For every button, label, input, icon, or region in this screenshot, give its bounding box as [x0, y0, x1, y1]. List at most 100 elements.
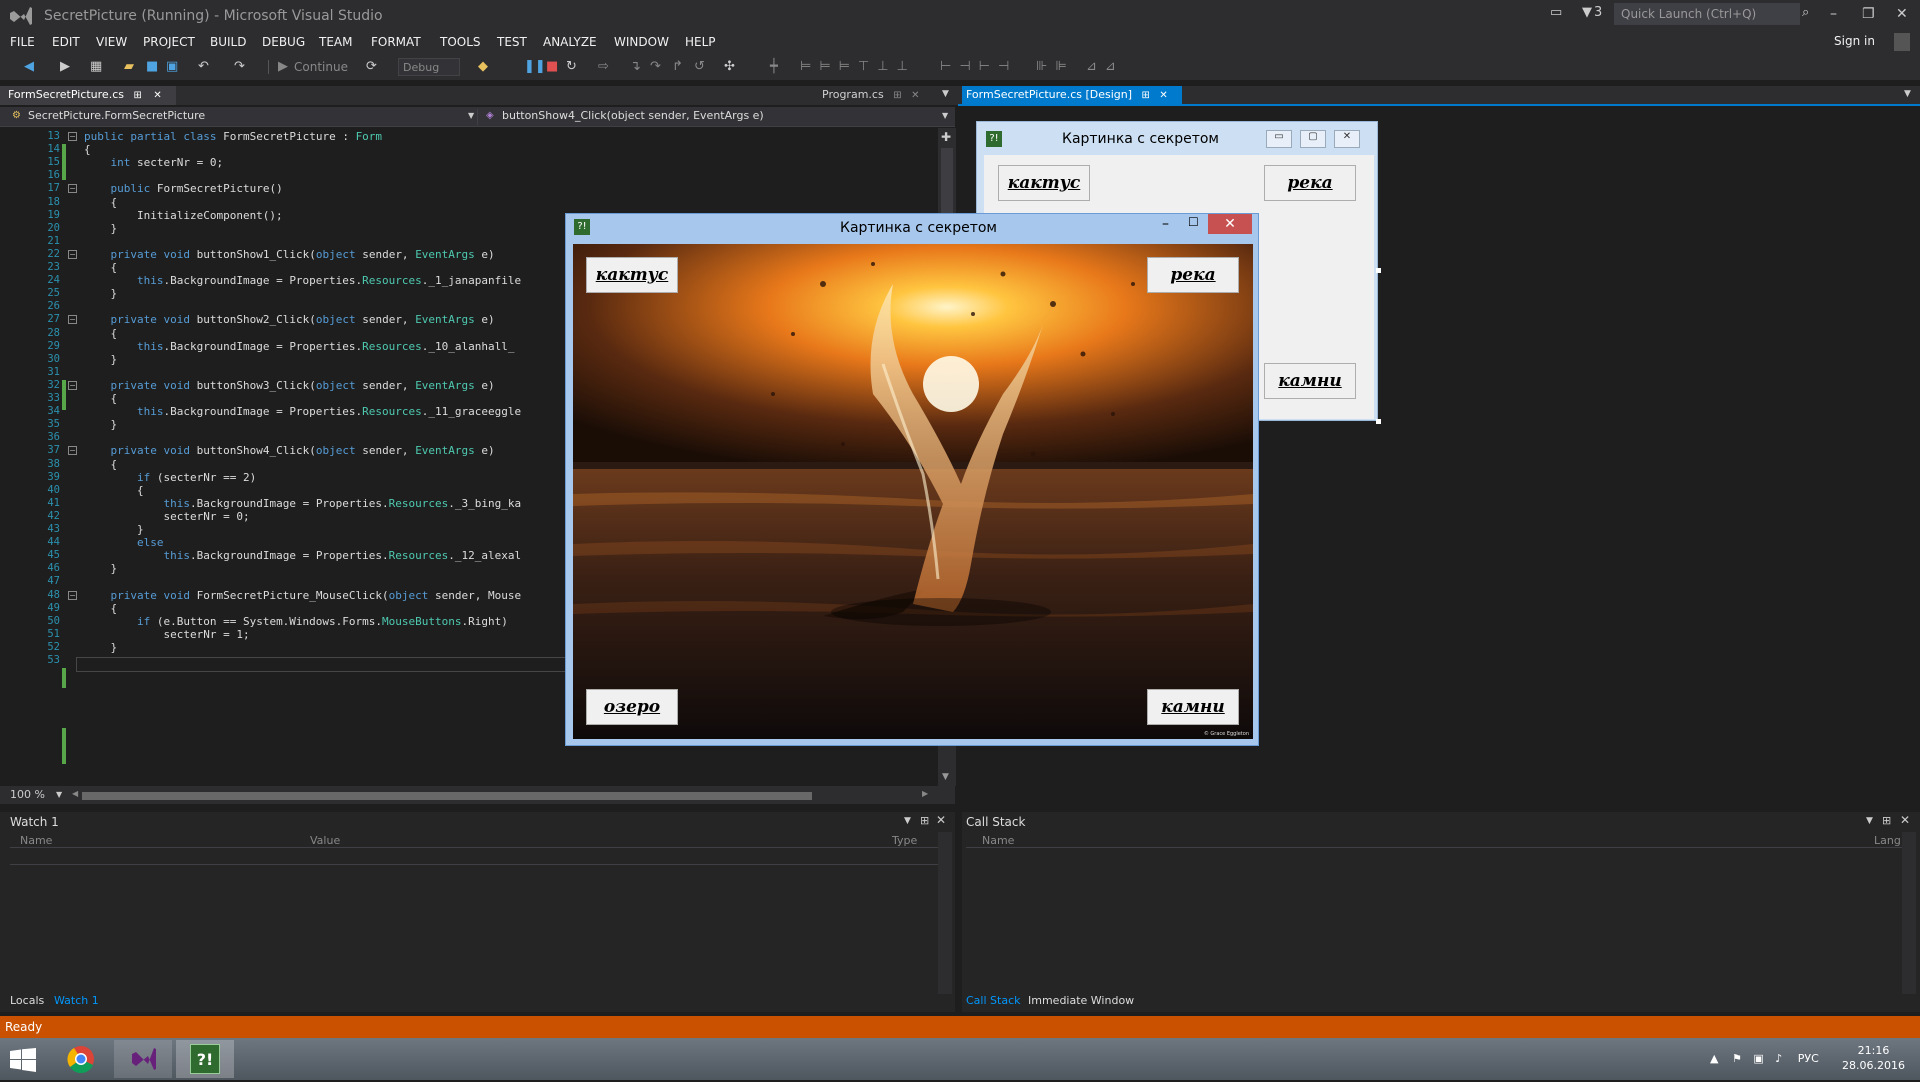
- config-select[interactable]: Debug: [398, 58, 460, 76]
- code-line[interactable]: {: [84, 261, 117, 274]
- taskbar-secret-picture-icon[interactable]: ?!: [176, 1040, 234, 1078]
- button-cactus[interactable]: кактус: [586, 257, 678, 293]
- new-project-icon[interactable]: ▦: [90, 58, 102, 76]
- code-line[interactable]: private void buttonShow1_Click(object se…: [84, 248, 495, 261]
- search-icon[interactable]: ⌕: [1802, 5, 1809, 20]
- continue-icon[interactable]: ▶: [278, 58, 288, 76]
- code-line[interactable]: private void buttonShow4_Click(object se…: [84, 444, 495, 457]
- scroll-down-icon[interactable]: ▼: [942, 772, 949, 782]
- align-tools-icon[interactable]: ⊨⊨⊨⊤⊥⊥: [800, 58, 916, 76]
- code-line[interactable]: private void FormSecretPicture_MouseClic…: [84, 589, 522, 602]
- taskbar-chrome-icon[interactable]: [52, 1040, 110, 1078]
- code-line[interactable]: }: [84, 222, 117, 235]
- restart-icon[interactable]: ↻: [566, 58, 577, 76]
- code-line[interactable]: else: [84, 536, 164, 549]
- collapse-icon[interactable]: −: [68, 184, 77, 194]
- menu-window[interactable]: WINDOW: [614, 35, 669, 49]
- zoom-level[interactable]: 100 %: [10, 788, 45, 801]
- breakpoints-icon[interactable]: ✣: [724, 58, 735, 76]
- designer-tab-list-icon[interactable]: ▼: [1904, 89, 1911, 99]
- call-stack-col-lang[interactable]: Lang: [1874, 834, 1901, 847]
- scroll-right-icon[interactable]: ▶: [922, 789, 928, 798]
- split-icon[interactable]: ✚: [941, 130, 951, 144]
- attach-icon[interactable]: ◆: [478, 58, 488, 76]
- refresh-icon[interactable]: ⟳: [366, 58, 377, 76]
- code-line[interactable]: int secterNr = 0;: [84, 156, 224, 169]
- code-line[interactable]: }: [84, 287, 117, 300]
- sunset-splash-image[interactable]: © Grace Eggleton: [573, 244, 1253, 739]
- collapse-icon[interactable]: −: [68, 590, 77, 600]
- pin-icon[interactable]: ⊞: [133, 90, 141, 101]
- forward-icon[interactable]: ▶: [60, 58, 70, 76]
- code-line[interactable]: }: [84, 641, 117, 654]
- button-lake[interactable]: озеро: [586, 689, 678, 725]
- save-icon[interactable]: ■: [146, 58, 158, 76]
- chevron-down-icon[interactable]: ▼: [942, 111, 948, 120]
- code-line[interactable]: }: [84, 418, 117, 431]
- app-close-button[interactable]: ✕: [1208, 214, 1252, 234]
- minimize-button[interactable]: –: [1830, 6, 1837, 22]
- tab-form-secret-picture-cs[interactable]: FormSecretPicture.cs ⊞ ✕: [0, 86, 176, 105]
- step-out-icon[interactable]: ↱: [672, 58, 683, 76]
- undo-icon[interactable]: ↶: [198, 58, 209, 76]
- spacing-tools-icon[interactable]: ⊢⊣⊢⊣: [940, 58, 1017, 76]
- redo-icon[interactable]: ↷: [234, 58, 245, 76]
- tab-call-stack[interactable]: Call Stack: [966, 994, 1020, 1007]
- layout-align-icon[interactable]: ┿: [770, 58, 778, 76]
- volume-icon[interactable]: ♪: [1775, 1052, 1782, 1065]
- menu-format[interactable]: FORMAT: [371, 35, 421, 49]
- code-line[interactable]: this.BackgroundImage = Properties.Resour…: [84, 497, 521, 510]
- call-stack-scrollbar[interactable]: [1902, 832, 1916, 994]
- windows-start-icon[interactable]: [10, 1048, 36, 1072]
- tab-immediate-window[interactable]: Immediate Window: [1028, 994, 1134, 1007]
- watch-empty-row[interactable]: [10, 849, 938, 865]
- designer-button-stones[interactable]: камни: [1264, 363, 1356, 399]
- code-line[interactable]: {: [84, 143, 91, 156]
- menu-edit[interactable]: EDIT: [52, 35, 80, 49]
- collapse-icon[interactable]: −: [68, 315, 77, 325]
- menu-tools[interactable]: TOOLS: [440, 35, 481, 49]
- code-line[interactable]: }: [84, 353, 117, 366]
- tab-watch1[interactable]: Watch 1: [54, 994, 99, 1007]
- show-next-statement-icon[interactable]: ⇨: [598, 58, 609, 76]
- open-file-icon[interactable]: ▰: [124, 58, 134, 76]
- collapse-icon[interactable]: −: [68, 132, 77, 141]
- tab-list-dropdown-icon[interactable]: ▼: [942, 89, 949, 99]
- pause-icon[interactable]: ❚❚: [524, 58, 546, 76]
- save-all-icon[interactable]: ▣: [166, 58, 178, 76]
- button-river[interactable]: река: [1147, 257, 1239, 293]
- code-line[interactable]: private void buttonShow3_Click(object se…: [84, 379, 495, 392]
- code-line[interactable]: {: [84, 392, 117, 405]
- tab-close-icon[interactable]: ✕: [1159, 90, 1167, 101]
- account-avatar-icon[interactable]: [1894, 33, 1910, 51]
- back-icon[interactable]: ◀: [24, 58, 34, 76]
- watch-col-type[interactable]: Type: [892, 834, 917, 847]
- panel-dropdown-icon[interactable]: ▼: [1866, 816, 1873, 826]
- app-maximize-button[interactable]: ☐: [1188, 215, 1199, 229]
- taskbar-visual-studio-icon[interactable]: [114, 1040, 172, 1078]
- close-button[interactable]: ✕: [1896, 6, 1908, 22]
- panel-pin-icon[interactable]: ⊞: [920, 814, 929, 827]
- quick-launch-input[interactable]: Quick Launch (Ctrl+Q): [1614, 3, 1800, 25]
- code-line[interactable]: {: [84, 484, 144, 497]
- menu-analyze[interactable]: ANALYZE: [543, 35, 597, 49]
- tab-order-icon[interactable]: ⊿⊿: [1086, 58, 1124, 76]
- notification-count[interactable]: 3: [1594, 5, 1602, 20]
- menu-project[interactable]: PROJECT: [143, 35, 195, 49]
- code-line[interactable]: private void buttonShow2_Click(object se…: [84, 313, 495, 326]
- tab-designer[interactable]: FormSecretPicture.cs [Design] ⊞ ✕: [962, 86, 1182, 105]
- code-line[interactable]: secterNr = 1;: [84, 628, 249, 641]
- code-line[interactable]: if (e.Button == System.Windows.Forms.Mou…: [84, 615, 508, 628]
- step-back-icon[interactable]: ↺: [694, 58, 705, 76]
- member-dropdown[interactable]: buttonShow4_Click(object sender, EventAr…: [484, 109, 954, 125]
- designer-button-river[interactable]: река: [1264, 165, 1356, 201]
- tab-locals[interactable]: Locals: [10, 994, 44, 1007]
- code-line[interactable]: secterNr = 0;: [84, 510, 249, 523]
- tab-program-cs[interactable]: Program.cs ⊞ ✕: [814, 86, 954, 105]
- menu-team[interactable]: TEAM: [319, 35, 352, 49]
- menu-build[interactable]: BUILD: [210, 35, 246, 49]
- code-line[interactable]: if (secterNr == 2): [84, 471, 256, 484]
- watch-col-value[interactable]: Value: [310, 834, 340, 847]
- menu-help[interactable]: HELP: [685, 35, 716, 49]
- pin-icon[interactable]: ⊞: [1142, 90, 1150, 101]
